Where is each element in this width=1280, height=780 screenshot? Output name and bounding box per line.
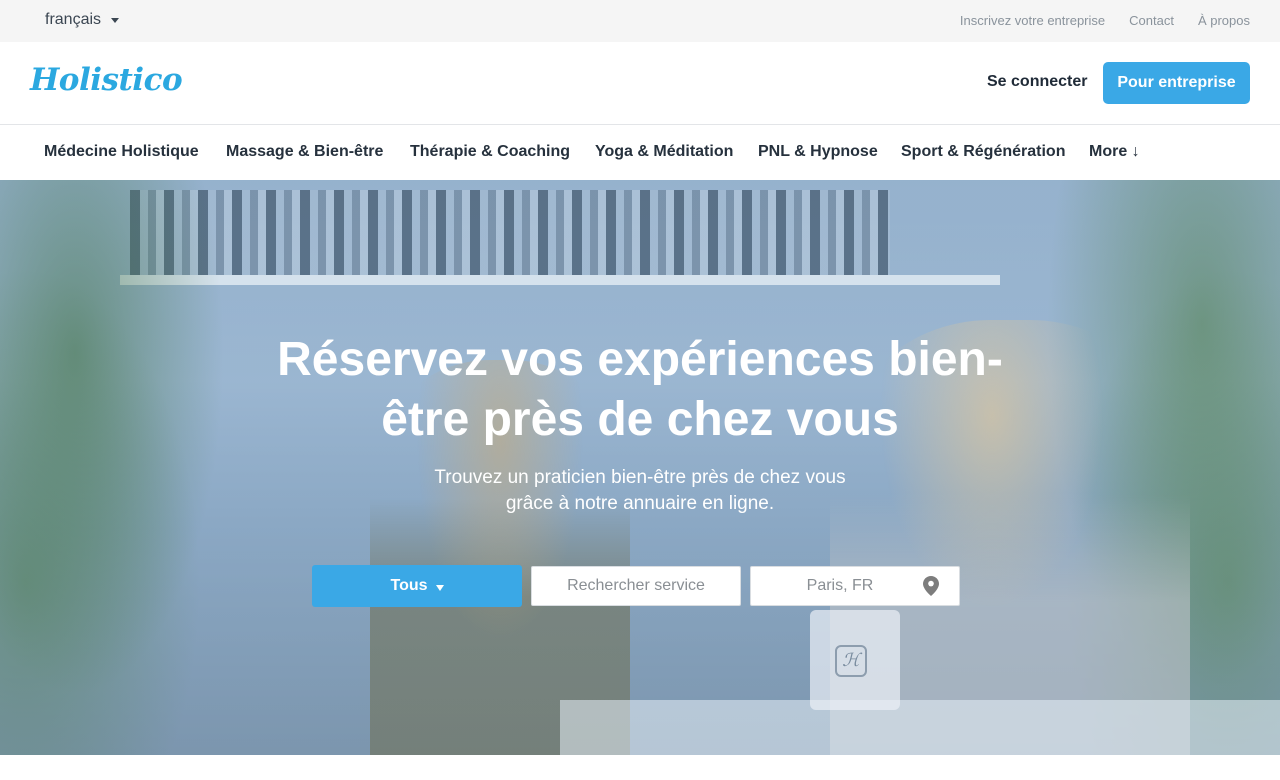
category-select[interactable]: Tous [312, 565, 522, 607]
hero-background-counter [560, 700, 1280, 755]
category-nav: Médecine Holistique Massage & Bien-être … [0, 125, 1280, 180]
language-label: français [45, 11, 102, 28]
hero-background-plant-left [0, 180, 250, 755]
hero-title: Réservez vos expériences bien-être près … [277, 333, 1003, 446]
top-links: Inscrivez votre entreprise Contact À pro… [960, 13, 1250, 28]
category-yoga[interactable]: Yoga & Méditation [595, 143, 733, 161]
category-massage[interactable]: Massage & Bien-être [226, 143, 383, 161]
register-business-link[interactable]: Inscrivez votre entreprise [960, 13, 1105, 28]
hero-banner: ℋ Réservez vos expériences bien-être prè… [0, 180, 1280, 755]
caret-down-icon [435, 584, 444, 591]
about-link[interactable]: À propos [1198, 13, 1250, 28]
hero-subtitle-line1: Trouvez un praticien bien-être près de c… [434, 467, 846, 488]
category-therapy[interactable]: Thérapie & Coaching [410, 143, 570, 161]
category-select-label: Tous [390, 577, 428, 594]
category-sport[interactable]: Sport & Régénération [901, 143, 1065, 161]
chevron-down-icon [111, 18, 120, 23]
category-pnl[interactable]: PNL & Hypnose [758, 143, 878, 161]
business-button[interactable]: Pour entreprise [1103, 62, 1250, 104]
holistico-logo[interactable]: Holistico [30, 62, 183, 98]
signin-link[interactable]: Se connecter [987, 73, 1087, 91]
contact-link[interactable]: Contact [1129, 13, 1174, 28]
hero-subtitle: Trouvez un praticien bien-être près de c… [380, 465, 900, 517]
category-holistic-medicine[interactable]: Médecine Holistique [44, 143, 199, 161]
hero-background-shelf [120, 275, 1000, 285]
map-pin-icon [923, 576, 939, 596]
category-more[interactable]: More ↓ [1089, 143, 1140, 161]
service-search-input[interactable] [531, 566, 741, 606]
terminal-logo-icon: ℋ [835, 645, 867, 677]
main-header: Holistico Se connecter Pour entreprise [0, 42, 1280, 125]
hero-subtitle-line2: grâce à notre annuaire en ligne. [505, 493, 775, 514]
language-selector[interactable]: français [45, 11, 120, 29]
top-utility-bar: français Inscrivez votre entreprise Cont… [0, 0, 1280, 42]
